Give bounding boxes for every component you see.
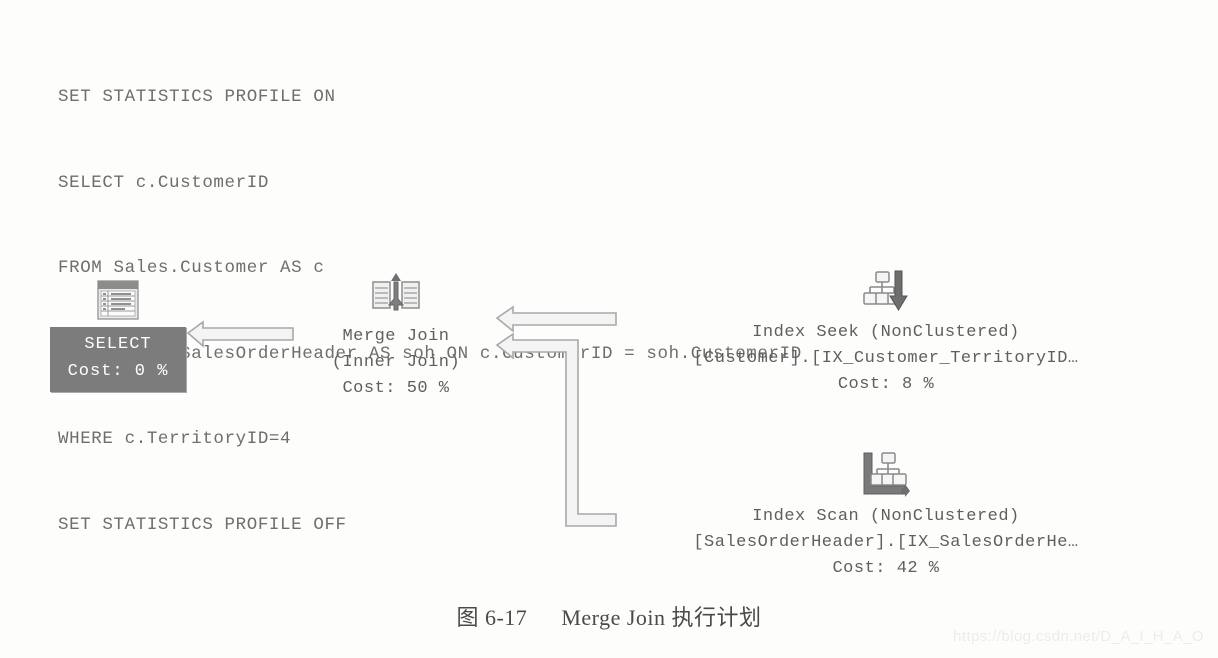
plan-node-select[interactable]: SELECT Cost: 0 % [50, 268, 186, 392]
figure-title: Merge Join 执行计划 [561, 605, 762, 630]
merge-join-subtitle: (Inner Join) [331, 353, 461, 372]
index-seek-object: [Customer].[IX_Customer_TerritoryID… [693, 349, 1079, 368]
index-scan-icon [596, 438, 1176, 498]
index-seek-text: Index Seek (NonClustered) [Customer].[IX… [596, 320, 1176, 398]
index-scan-cost: Cost: 42 % [832, 559, 940, 578]
figure-number: 图 6-17 [456, 605, 528, 630]
plan-node-merge-join[interactable]: Merge Join (Inner Join) Cost: 50 % [296, 262, 496, 402]
index-seek-icon [596, 258, 1176, 314]
merge-join-cost: Cost: 50 % [342, 379, 450, 398]
select-node-box[interactable]: SELECT Cost: 0 % [50, 327, 186, 392]
watermark: https://blog.csdn.net/D_A_I_H_A_O [953, 628, 1204, 645]
plan-node-index-seek[interactable]: Index Seek (NonClustered) [Customer].[IX… [596, 258, 1176, 398]
index-scan-label: Index Scan (NonClustered) [752, 507, 1020, 526]
merge-join-icon [296, 262, 496, 320]
index-scan-object: [SalesOrderHeader].[IX_SalesOrderHe… [693, 533, 1079, 552]
select-node-cost: Cost: 0 % [67, 362, 169, 381]
connector-mergejoin-to-select [186, 320, 294, 348]
merge-join-label: Merge Join [342, 327, 450, 346]
index-seek-cost: Cost: 8 % [837, 375, 935, 394]
index-scan-text: Index Scan (NonClustered) [SalesOrderHea… [596, 504, 1176, 582]
index-seek-label: Index Seek (NonClustered) [752, 323, 1020, 342]
execution-plan-diagram: .conn { fill: #f4f4f4; stroke: #a8a8a8; … [0, 0, 1218, 658]
select-node-label: SELECT [84, 335, 152, 354]
plan-node-index-scan[interactable]: Index Scan (NonClustered) [SalesOrderHea… [596, 438, 1176, 582]
merge-join-text: Merge Join (Inner Join) Cost: 50 % [296, 324, 496, 402]
result-grid-icon [50, 268, 186, 324]
